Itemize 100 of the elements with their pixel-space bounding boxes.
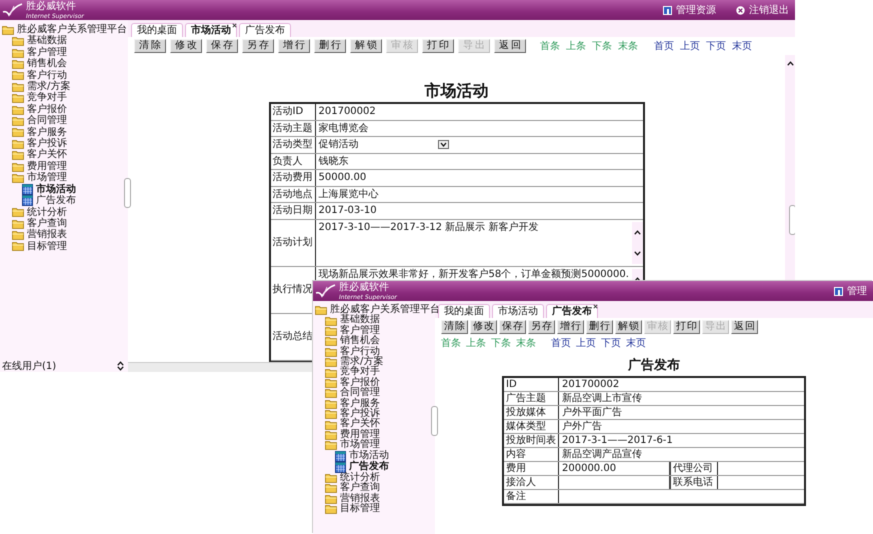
- nav-link[interactable]: 下页: [601, 336, 621, 350]
- input-field[interactable]: 2017-3-1——2017-6-1: [559, 434, 804, 447]
- tree-item[interactable]: 客户报价: [12, 104, 128, 116]
- tree-item[interactable]: 基础数据: [325, 315, 435, 326]
- tab[interactable]: 广告发布: [546, 304, 598, 318]
- nav-link[interactable]: 首页: [551, 336, 571, 350]
- toolbar-button[interactable]: 保存: [499, 320, 526, 334]
- folder-icon: [12, 218, 24, 229]
- toolbar-button[interactable]: 删行: [314, 39, 346, 53]
- tree-item[interactable]: 营销报表: [12, 229, 128, 241]
- nav-link[interactable]: 上页: [680, 39, 700, 53]
- tree-item[interactable]: 客户查询: [12, 218, 128, 230]
- toolbar-button[interactable]: 保存: [206, 39, 238, 53]
- toolbar-button[interactable]: 清除: [441, 320, 468, 334]
- toolbar-button[interactable]: 清除: [134, 39, 166, 53]
- close-icon[interactable]: [593, 304, 598, 309]
- tab[interactable]: 广告发布: [239, 23, 291, 37]
- tree-item[interactable]: 客户关怀: [325, 419, 435, 430]
- nav-link[interactable]: 首页: [654, 39, 674, 53]
- toolbar-button[interactable]: 修改: [470, 320, 497, 334]
- toolbar-button[interactable]: 另存: [242, 39, 274, 53]
- toolbar-button[interactable]: 打印: [673, 320, 700, 334]
- tree-item[interactable]: 客户关怀: [12, 149, 128, 161]
- tree-item[interactable]: 广告发布: [335, 462, 435, 473]
- tab[interactable]: 我的桌面: [438, 304, 490, 318]
- tree-item[interactable]: 客户行动: [12, 70, 128, 82]
- nav-link[interactable]: 末页: [626, 336, 646, 350]
- input-field[interactable]: 201700002: [559, 378, 804, 391]
- brand-name: 胜必威软件: [26, 0, 77, 12]
- input-field[interactable]: 家电博览会: [316, 120, 642, 136]
- input-field[interactable]: 新品空调上市宣传: [559, 392, 804, 405]
- close-icon[interactable]: [232, 23, 237, 28]
- field-label: 活动类型: [270, 137, 316, 152]
- tree-item[interactable]: 目标管理: [12, 240, 128, 252]
- toolbar-button[interactable]: 另存: [528, 320, 555, 334]
- header-link[interactable]: 管理: [834, 284, 867, 298]
- tab[interactable]: 市场活动: [492, 304, 544, 318]
- tree-item[interactable]: 客户报价: [325, 378, 435, 388]
- header-link[interactable]: 注销退出: [736, 3, 789, 17]
- tree-item[interactable]: 营销报表: [325, 494, 435, 504]
- input-field[interactable]: 上海展览中心: [316, 186, 642, 202]
- tree-item[interactable]: 广告发布: [22, 195, 128, 206]
- input-field[interactable]: 200000.00: [559, 462, 669, 475]
- tree-item[interactable]: 市场管理: [325, 440, 435, 451]
- toolbar-button[interactable]: 修改: [170, 39, 202, 53]
- toolbar-button[interactable]: 返回: [494, 39, 526, 53]
- tab[interactable]: 市场活动: [185, 23, 237, 37]
- input-field[interactable]: 户外平面广告: [559, 406, 804, 419]
- nav-link[interactable]: 末页: [732, 39, 752, 53]
- tree-item[interactable]: 市场管理: [12, 172, 128, 184]
- tree-item[interactable]: 胜必威客户关系管理平台: [2, 24, 128, 36]
- nav-link[interactable]: 首条: [540, 39, 560, 53]
- nav-link[interactable]: 首条: [441, 336, 461, 350]
- nav-link[interactable]: 上页: [576, 336, 596, 350]
- toolbar-button[interactable]: 打印: [422, 39, 454, 53]
- tree-item[interactable]: 销售机会: [325, 336, 435, 347]
- collapse-handle-icon[interactable]: [124, 178, 131, 208]
- toolbar-button[interactable]: 解锁: [615, 320, 642, 334]
- scrollbar[interactable]: [632, 222, 642, 264]
- dropdown[interactable]: 促销活动: [318, 139, 448, 150]
- input-field[interactable]: 2017-03-10: [316, 203, 642, 218]
- input-field[interactable]: 户外广告: [559, 420, 804, 433]
- tree-item[interactable]: 市场活动: [22, 184, 128, 196]
- tree-item[interactable]: 客户投诉: [12, 138, 128, 150]
- nav-link[interactable]: 下条: [592, 39, 612, 53]
- tree-item[interactable]: 基础数据: [12, 35, 128, 47]
- tree-item[interactable]: 合同管理: [325, 388, 435, 399]
- nav-link[interactable]: 下页: [706, 39, 726, 53]
- nav-link[interactable]: 末条: [618, 39, 638, 53]
- tree-item[interactable]: 竞争对手: [325, 367, 435, 378]
- nav-link[interactable]: 末条: [516, 336, 536, 350]
- tree-item[interactable]: 竞争对手: [12, 92, 128, 104]
- text-area[interactable]: 2017-3-10——2017-3-12 新品展示 新客户开发: [316, 220, 642, 266]
- nav-link[interactable]: 上条: [566, 39, 586, 53]
- collapse-handle-icon[interactable]: [789, 205, 795, 235]
- input-field[interactable]: 201700002: [316, 104, 642, 120]
- input-field[interactable]: 新品空调产品宣传: [559, 448, 804, 461]
- tab[interactable]: 我的桌面: [131, 23, 183, 37]
- nav-link[interactable]: 上条: [466, 336, 486, 350]
- tree-item[interactable]: 统计分析: [12, 206, 128, 218]
- toolbar-button[interactable]: 增行: [557, 320, 584, 334]
- folder-icon: [325, 430, 337, 440]
- nav-link[interactable]: 下条: [491, 336, 511, 350]
- tree-item[interactable]: 费用管理: [12, 160, 128, 172]
- input-field[interactable]: 50000.00: [316, 170, 642, 186]
- header-link[interactable]: 管理资源: [663, 3, 716, 17]
- tree-item[interactable]: 目标管理: [325, 504, 435, 514]
- tree-item[interactable]: 客户管理: [12, 46, 128, 58]
- tree-item[interactable]: 市场活动: [335, 450, 435, 462]
- tree-item[interactable]: 客户查询: [325, 483, 435, 494]
- collapse-handle-icon[interactable]: [431, 406, 438, 436]
- input-field[interactable]: 钱晓东: [316, 154, 642, 169]
- toolbar-button[interactable]: 解锁: [350, 39, 382, 53]
- toolbar-button[interactable]: 增行: [278, 39, 310, 53]
- tree-item[interactable]: 合同管理: [12, 115, 128, 127]
- tree-item[interactable]: 销售机会: [12, 58, 128, 70]
- toolbar-button[interactable]: 返回: [731, 320, 758, 334]
- tree-item[interactable]: 客户服务: [12, 126, 128, 138]
- toolbar-button[interactable]: 删行: [586, 320, 613, 334]
- tree-item[interactable]: 需求/方案: [12, 81, 128, 92]
